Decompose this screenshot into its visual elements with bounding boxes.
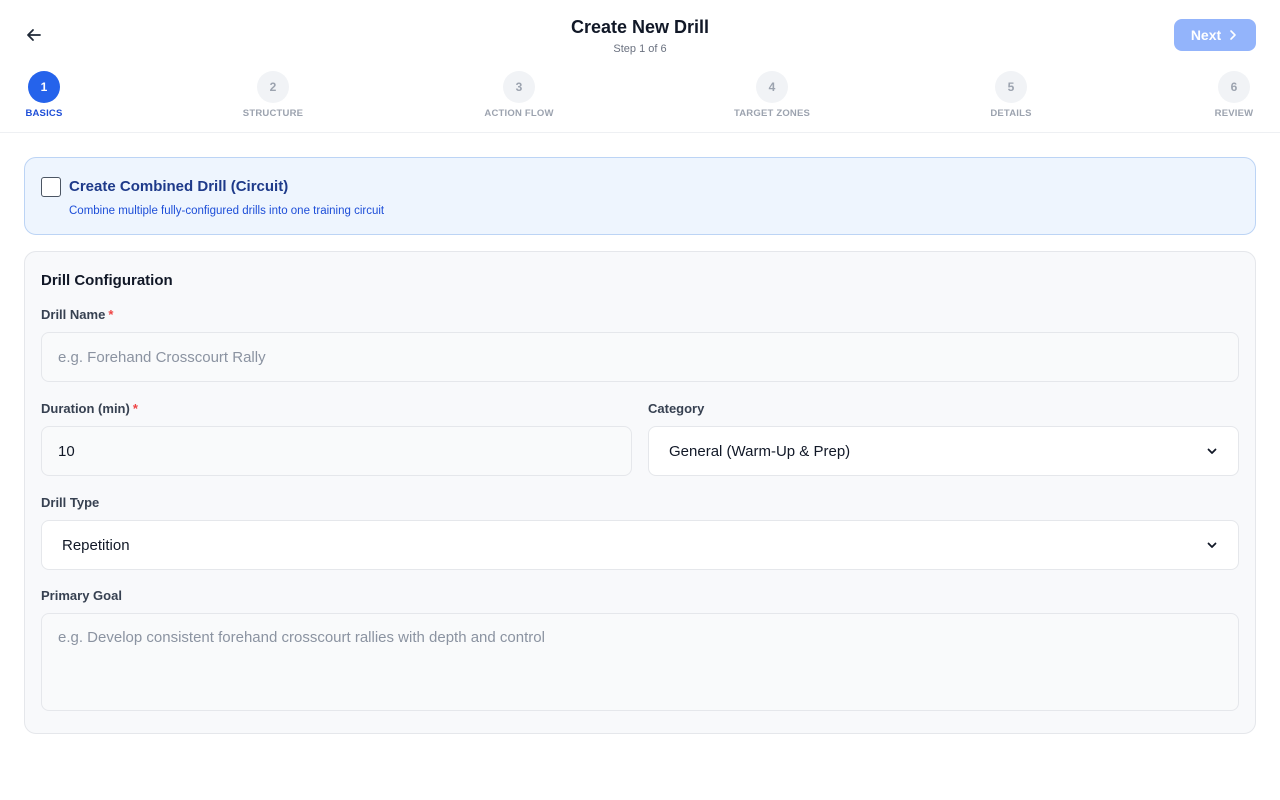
step-circle: 2 — [257, 71, 289, 103]
header: Create New Drill Step 1 of 6 Next 1 BASI… — [0, 0, 1280, 133]
category-label: Category — [648, 401, 705, 416]
combined-drill-checkbox[interactable] — [41, 177, 61, 197]
step-label: REVIEW — [1214, 108, 1254, 119]
category-select[interactable]: General (Warm-Up & Prep) — [648, 426, 1239, 476]
primary-goal-textarea[interactable] — [41, 613, 1239, 711]
step-basics[interactable]: 1 BASICS — [4, 71, 84, 119]
combined-drill-banner: Create Combined Drill (Circuit) Combine … — [24, 157, 1256, 235]
step-circle: 6 — [1218, 71, 1250, 103]
chevron-down-icon — [1207, 542, 1217, 548]
step-target-zones[interactable]: 4 TARGET ZONES — [732, 71, 812, 119]
step-circle: 1 — [28, 71, 60, 103]
step-label: BASICS — [25, 108, 63, 119]
drill-type-label: Drill Type — [41, 495, 100, 510]
step-action-flow[interactable]: 3 ACTION FLOW — [479, 71, 559, 119]
title-group: Create New Drill Step 1 of 6 — [0, 16, 1280, 56]
drill-name-label: Drill Name * — [41, 307, 113, 322]
chevron-down-icon — [1207, 448, 1217, 454]
step-circle: 5 — [995, 71, 1027, 103]
combined-drill-title[interactable]: Create Combined Drill (Circuit) — [69, 178, 288, 195]
drill-configuration-panel: Drill Configuration Drill Name* Duration… — [24, 251, 1256, 734]
duration-input[interactable] — [41, 426, 632, 476]
drill-name-label-text: Drill Name — [41, 307, 106, 322]
step-label: TARGET ZONES — [733, 108, 811, 119]
next-button-label: Next — [1190, 27, 1222, 43]
step-structure[interactable]: 2 STRUCTURE — [233, 71, 313, 119]
required-asterisk: * — [132, 401, 138, 416]
section-title: Drill Configuration — [41, 272, 173, 289]
step-indicator-text: Step 1 of 6 — [613, 43, 667, 55]
step-label: DETAILS — [990, 108, 1032, 119]
step-label: ACTION FLOW — [484, 108, 554, 119]
duration-label-text: Duration (min) — [41, 401, 130, 416]
step-circle: 3 — [503, 71, 535, 103]
required-asterisk: * — [108, 307, 114, 322]
step-label: STRUCTURE — [242, 108, 304, 119]
drill-name-input[interactable] — [41, 332, 1239, 382]
step-circle: 4 — [756, 71, 788, 103]
primary-goal-label: Primary Goal — [41, 588, 122, 603]
chevron-right-icon — [1230, 30, 1236, 40]
page-title: Create New Drill — [570, 17, 710, 37]
drill-type-selected-value: Repetition — [62, 536, 130, 554]
step-details[interactable]: 5 DETAILS — [971, 71, 1051, 119]
combined-drill-description: Combine multiple fully-configured drills… — [69, 205, 385, 217]
drill-type-select[interactable]: Repetition — [41, 520, 1239, 570]
step-review[interactable]: 6 REVIEW — [1194, 71, 1274, 119]
category-selected-value: General (Warm-Up & Prep) — [669, 442, 851, 460]
next-button[interactable]: Next — [1174, 19, 1256, 51]
duration-label: Duration (min) * — [41, 401, 138, 416]
